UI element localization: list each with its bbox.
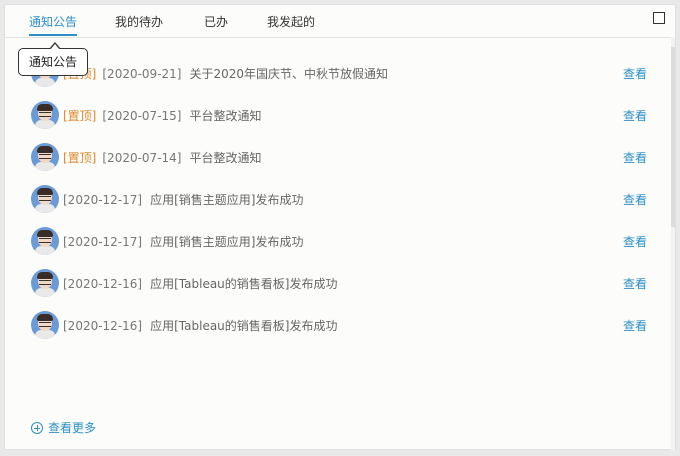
list-item[interactable]: [置顶] [2020-07-14] 平台整改通知 查看	[5, 137, 675, 179]
avatar	[31, 269, 59, 297]
notice-text: [置顶] [2020-07-14] 平台整改通知	[63, 137, 262, 179]
list-item[interactable]: [2020-12-17] 应用[销售主题应用]发布成功 查看	[5, 221, 675, 263]
view-link[interactable]: 查看	[623, 137, 647, 179]
tab-my-todo[interactable]: 我的待办	[115, 13, 163, 30]
avatar	[31, 185, 59, 213]
notice-title: 应用[Tableau的销售看板]发布成功	[150, 277, 338, 291]
scrollbar[interactable]	[671, 37, 675, 451]
view-link[interactable]: 查看	[623, 221, 647, 263]
notice-date: [2020-07-14]	[102, 151, 182, 165]
tab-tooltip: 通知公告	[18, 42, 88, 76]
notice-text: [2020-12-17] 应用[销售主题应用]发布成功	[63, 179, 303, 221]
view-more-button[interactable]: 查看更多	[31, 419, 96, 436]
tab-initiated[interactable]: 我发起的	[267, 13, 315, 30]
notice-date: [2020-12-16]	[63, 319, 143, 333]
list-item[interactable]: [2020-12-16] 应用[Tableau的销售看板]发布成功 查看	[5, 305, 675, 347]
notice-date: [2020-12-17]	[63, 193, 143, 207]
scrollbar-thumb[interactable]	[671, 47, 675, 227]
view-link[interactable]: 查看	[623, 95, 647, 137]
tab-notices[interactable]: 通知公告	[29, 13, 77, 30]
list-item[interactable]: [2020-12-17] 应用[销售主题应用]发布成功 查看	[5, 179, 675, 221]
notice-title: 平台整改通知	[189, 151, 262, 165]
notice-date: [2020-07-15]	[102, 109, 182, 123]
notice-text: [2020-12-16] 应用[Tableau的销售看板]发布成功	[63, 263, 337, 305]
avatar	[31, 311, 59, 339]
view-link[interactable]: 查看	[623, 53, 647, 95]
notice-panel: 通知公告 我的待办 已办 我发起的 通知公告 [置顶] [2020-09-21] 关…	[4, 4, 676, 451]
list-item[interactable]: [置顶] [2020-07-15] 平台整改通知 查看	[5, 95, 675, 137]
notice-title: 应用[销售主题应用]发布成功	[150, 235, 304, 249]
notice-date: [2020-12-17]	[63, 235, 143, 249]
tab-done[interactable]: 已办	[204, 13, 228, 30]
plus-circle-icon	[31, 421, 43, 434]
pinned-badge: [置顶]	[63, 151, 97, 165]
tab-bar: 通知公告 我的待办 已办 我发起的	[5, 5, 675, 38]
pinned-badge: [置顶]	[63, 109, 97, 123]
avatar	[31, 143, 59, 171]
notice-title: 应用[销售主题应用]发布成功	[150, 193, 304, 207]
notice-text: [2020-12-17] 应用[销售主题应用]发布成功	[63, 221, 303, 263]
notice-title: 关于2020年国庆节、中秋节放假通知	[189, 67, 389, 81]
notice-text: [2020-12-16] 应用[Tableau的销售看板]发布成功	[63, 305, 337, 347]
list-item[interactable]: [置顶][2020-09-21]关于2020年国庆节、中秋节放假通知 查看	[5, 53, 675, 95]
notice-date: [2020-12-16]	[63, 277, 143, 291]
avatar	[31, 227, 59, 255]
avatar	[31, 101, 59, 129]
active-tab-indicator	[29, 34, 77, 36]
notice-title: 平台整改通知	[189, 109, 262, 123]
notice-list: [置顶] [2020-09-21] 关于2020年国庆节、中秋节放假通知 查看 [置…	[5, 53, 675, 347]
view-more-label: 查看更多	[48, 421, 97, 435]
list-item[interactable]: [2020-12-16] 应用[Tableau的销售看板]发布成功 查看	[5, 263, 675, 305]
notice-title: 应用[Tableau的销售看板]发布成功	[150, 319, 338, 333]
view-link[interactable]: 查看	[623, 179, 647, 221]
notice-date: [2020-09-21]	[102, 67, 182, 81]
view-link[interactable]: 查看	[623, 263, 647, 305]
notice-text: [置顶][2020-09-21]关于2020年国庆节、中秋节放假通知	[63, 53, 388, 95]
notice-text: [置顶] [2020-07-15] 平台整改通知	[63, 95, 262, 137]
view-link[interactable]: 查看	[623, 305, 647, 347]
maximize-icon[interactable]	[653, 12, 665, 24]
